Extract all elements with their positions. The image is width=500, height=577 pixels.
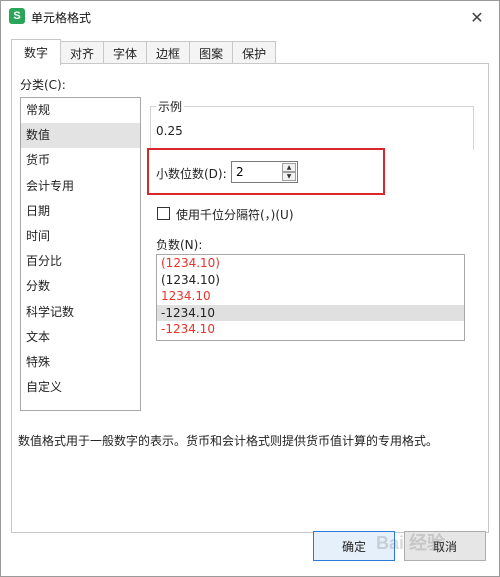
negative-format-item[interactable]: 1234.10	[157, 288, 464, 305]
increment-arrow-icon[interactable]: ▲	[282, 163, 296, 172]
dialog-title: 单元格格式	[31, 11, 92, 25]
category-item-scientific[interactable]: 科学记数	[21, 300, 140, 325]
decimal-places-input[interactable]	[232, 162, 283, 182]
negative-format-item[interactable]: -1234.10	[157, 304, 464, 321]
tab-pattern[interactable]: 图案	[189, 41, 234, 64]
thousands-separator-label: 使用千位分隔符(，)(U)	[176, 208, 294, 222]
category-label: 分类(C):	[20, 78, 66, 92]
negative-numbers-list[interactable]: (1234.10) (1234.10) 1234.10 -1234.10 -12…	[156, 254, 465, 341]
category-item-custom[interactable]: 自定义	[21, 375, 140, 400]
category-item-text[interactable]: 文本	[21, 325, 140, 350]
tab-border[interactable]: 边框	[146, 41, 191, 64]
cancel-button[interactable]: 取消	[404, 531, 486, 561]
category-item-date[interactable]: 日期	[21, 199, 140, 224]
ok-button[interactable]: 确定	[313, 531, 395, 561]
negative-format-item[interactable]: (1234.10)	[157, 255, 464, 272]
category-item-accounting[interactable]: 会计专用	[21, 174, 140, 199]
negative-numbers-label: 负数(N):	[156, 238, 203, 252]
category-item-fraction[interactable]: 分数	[21, 274, 140, 299]
wps-spreadsheet-icon: S	[9, 8, 25, 24]
thousands-separator-checkbox[interactable]	[157, 207, 170, 220]
decimal-places-stepper[interactable]: ▲ ▼	[231, 161, 298, 183]
format-description: 数值格式用于一般数字的表示。货币和会计格式则提供货币值计算的专用格式。	[18, 434, 439, 448]
category-item-number[interactable]: 数值	[21, 123, 140, 149]
sample-label: 示例	[156, 98, 185, 115]
sample-value: 0.25	[156, 124, 183, 138]
category-item-percentage[interactable]: 百分比	[21, 249, 140, 274]
category-list[interactable]: 常规 数值 货币 会计专用 日期 时间 百分比 分数 科学记数 文本 特殊 自定…	[20, 97, 141, 411]
number-tab-panel: 分类(C): 常规 数值 货币 会计专用 日期 时间 百分比 分数 科学记数 文…	[11, 63, 489, 533]
tab-strip: 数字 对齐 字体 边框 图案 保护	[11, 39, 277, 65]
decimal-places-label: 小数位数(D):	[156, 167, 227, 181]
format-cells-dialog: S 单元格格式 ✕ 数字 对齐 字体 边框 图案 保护 分类(C): 常规 数值…	[0, 0, 500, 577]
tab-number[interactable]: 数字	[11, 39, 62, 65]
category-item-currency[interactable]: 货币	[21, 148, 140, 173]
category-item-general[interactable]: 常规	[21, 98, 140, 123]
tab-protection[interactable]: 保护	[232, 41, 277, 64]
title-bar: S 单元格格式 ✕	[1, 1, 499, 33]
tab-alignment[interactable]: 对齐	[60, 41, 105, 64]
close-icon[interactable]: ✕	[465, 5, 489, 29]
decrement-arrow-icon[interactable]: ▼	[282, 172, 296, 181]
category-item-special[interactable]: 特殊	[21, 350, 140, 375]
category-item-time[interactable]: 时间	[21, 224, 140, 249]
negative-format-item[interactable]: -1234.10	[157, 321, 464, 338]
negative-format-item[interactable]: (1234.10)	[157, 272, 464, 289]
sample-group-frame	[150, 106, 474, 150]
tab-font[interactable]: 字体	[103, 41, 148, 64]
